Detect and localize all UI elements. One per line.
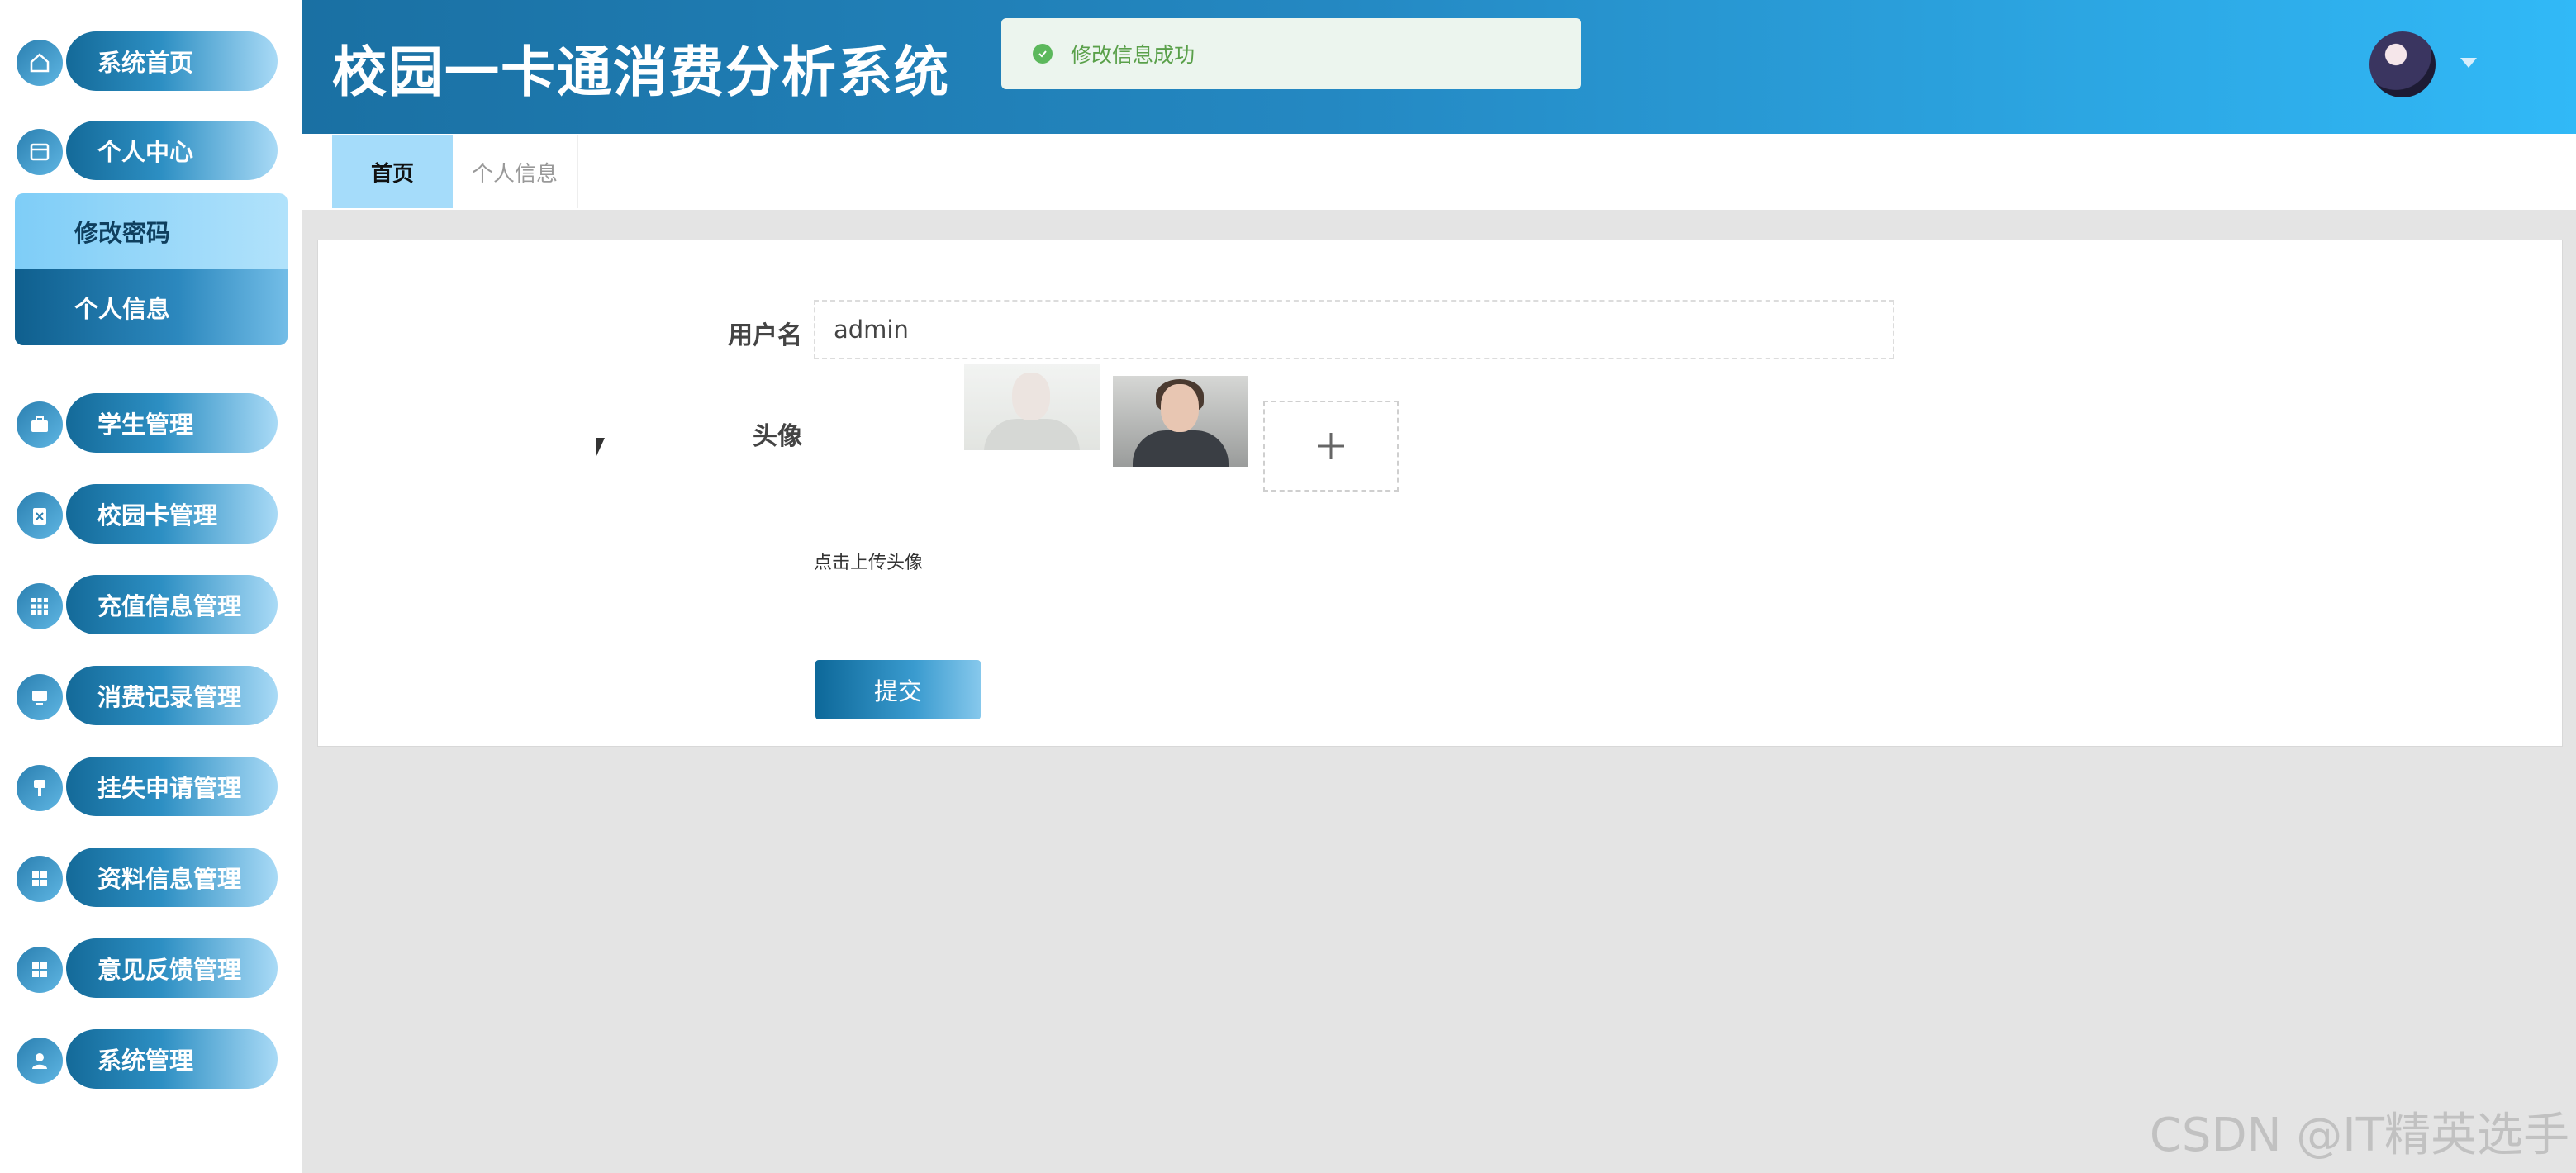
sidebar-item-label: 意见反馈管理 bbox=[66, 938, 278, 998]
sidebar-item-feedback[interactable]: 意见反馈管理 bbox=[17, 938, 278, 998]
chevron-down-icon[interactable] bbox=[2460, 58, 2477, 68]
monitor-icon bbox=[17, 674, 63, 720]
tiles-icon bbox=[17, 947, 63, 993]
submenu-item-change-password[interactable]: 修改密码 bbox=[15, 193, 288, 269]
sidebar-item-label: 系统管理 bbox=[66, 1029, 278, 1089]
tab-personal-info[interactable]: 个人信息 bbox=[453, 135, 578, 208]
upload-hint: 点击上传头像 bbox=[814, 553, 924, 573]
user-avatar[interactable] bbox=[2369, 31, 2436, 97]
clipboard-x-icon bbox=[17, 492, 63, 539]
sidebar-item-label: 资料信息管理 bbox=[66, 848, 278, 907]
sidebar-item-label: 消费记录管理 bbox=[66, 666, 278, 725]
tab-bar: 首页 个人信息 bbox=[302, 134, 2576, 210]
briefcase-icon bbox=[17, 401, 63, 448]
sidebar-item-label: 充值信息管理 bbox=[66, 575, 278, 634]
watermark: CSDN @IT精英选手 bbox=[2149, 1109, 2569, 1162]
grid-icon bbox=[17, 583, 63, 629]
mouse-cursor-icon bbox=[596, 438, 605, 456]
window-icon bbox=[17, 129, 63, 175]
toast-message: 修改信息成功 bbox=[1071, 43, 1195, 67]
home-icon bbox=[17, 40, 63, 86]
sidebar-item-label: 系统首页 bbox=[66, 31, 278, 91]
top-header: 校园一卡通消费分析系统 修改信息成功 bbox=[302, 0, 2576, 134]
personal-center-submenu: 修改密码 个人信息 bbox=[15, 193, 288, 345]
sidebar-item-system[interactable]: 系统管理 bbox=[17, 1029, 278, 1089]
avatar-label: 头像 bbox=[753, 422, 802, 451]
app-title: 校园一卡通消费分析系统 bbox=[332, 40, 950, 104]
sidebar-item-recharge[interactable]: 充值信息管理 bbox=[17, 575, 278, 634]
check-circle-icon bbox=[1033, 44, 1053, 64]
sidebar-item-label: 个人中心 bbox=[66, 121, 278, 180]
sidebar-item-label: 学生管理 bbox=[66, 393, 278, 453]
sidebar-item-loss-report[interactable]: 挂失申请管理 bbox=[17, 757, 278, 816]
username-input[interactable]: admin bbox=[814, 300, 1894, 359]
avatar-preview-fading bbox=[964, 364, 1100, 450]
sidebar-item-label: 挂失申请管理 bbox=[66, 757, 278, 816]
success-toast: 修改信息成功 bbox=[1001, 18, 1581, 89]
submit-button[interactable]: 提交 bbox=[815, 660, 981, 719]
avatar-preview[interactable] bbox=[1113, 376, 1248, 467]
sidebar-item-campus-card[interactable]: 校园卡管理 bbox=[17, 484, 278, 544]
tab-home[interactable]: 首页 bbox=[332, 135, 453, 208]
sidebar-item-students[interactable]: 学生管理 bbox=[17, 393, 278, 453]
sidebar-item-personal-center[interactable]: 个人中心 bbox=[17, 121, 278, 180]
submenu-item-personal-info[interactable]: 个人信息 bbox=[15, 269, 288, 345]
profile-form-card: 用户名 admin 头像 点击上传头像 提交 bbox=[317, 240, 2563, 747]
sidebar-item-home[interactable]: 系统首页 bbox=[17, 31, 278, 91]
sidebar-item-label: 校园卡管理 bbox=[66, 484, 278, 544]
brush-icon bbox=[17, 765, 63, 811]
avatar-upload-button[interactable] bbox=[1263, 401, 1399, 492]
sidebar-item-materials[interactable]: 资料信息管理 bbox=[17, 848, 278, 907]
plus-icon bbox=[1318, 433, 1344, 459]
username-label: 用户名 bbox=[728, 321, 802, 350]
tiles-icon bbox=[17, 856, 63, 902]
user-icon bbox=[17, 1038, 63, 1084]
sidebar: 系统首页 个人中心 修改密码 个人信息 学生管理 校园卡管理 充值信息管理 消费… bbox=[0, 0, 302, 1173]
sidebar-item-consumption[interactable]: 消费记录管理 bbox=[17, 666, 278, 725]
